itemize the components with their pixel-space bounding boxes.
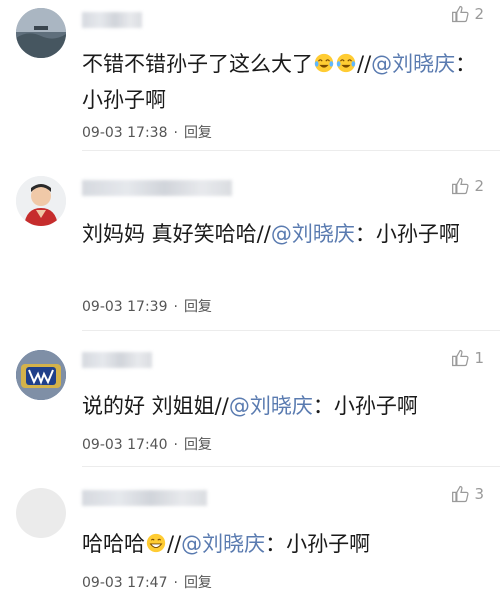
divider bbox=[82, 150, 500, 151]
avatar-image bbox=[16, 176, 66, 226]
mention-link[interactable]: @刘晓庆 bbox=[229, 394, 313, 418]
separator-dot: · bbox=[173, 299, 178, 315]
like-button[interactable]: 2 bbox=[451, 4, 484, 24]
like-button[interactable]: 3 bbox=[451, 484, 484, 504]
timestamp: 09-03 17:47 bbox=[82, 575, 168, 591]
mention-link[interactable]: @刘晓庆 bbox=[271, 222, 355, 246]
thumbs-up-icon bbox=[452, 485, 470, 503]
thumbs-up-icon bbox=[452, 177, 470, 195]
avatar-image bbox=[16, 8, 66, 58]
comment-text: 哈哈哈//@刘晓庆：小孙子啊 bbox=[82, 532, 371, 556]
avatar[interactable] bbox=[16, 8, 66, 58]
comment-text: 说的好 刘姐姐//@刘晓庆：小孙子啊 bbox=[82, 394, 418, 418]
avatar-image bbox=[16, 350, 66, 400]
mention-link[interactable]: @刘晓庆 bbox=[181, 532, 265, 556]
like-button[interactable]: 2 bbox=[451, 176, 484, 196]
comment-item: 2 刘妈妈 真好笑哈哈//@刘晓庆：小孙子啊 09-03 17:39 · 回复 bbox=[0, 160, 500, 331]
reply-button[interactable]: 回复 bbox=[184, 437, 212, 453]
comment-text: 不错不错孙子了这么大了//@刘晓庆：小孙子啊 bbox=[82, 52, 477, 112]
comment-meta: 09-03 17:47 · 回复 bbox=[82, 572, 212, 592]
thumbs-up-icon bbox=[452, 5, 470, 23]
like-count: 2 bbox=[474, 5, 484, 23]
separator-dot: · bbox=[173, 437, 178, 453]
divider bbox=[82, 466, 500, 467]
laughing-crying-face-icon bbox=[314, 53, 334, 73]
timestamp: 09-03 17:39 bbox=[82, 299, 168, 315]
username-blurred[interactable] bbox=[82, 180, 232, 196]
reply-button[interactable]: 回复 bbox=[184, 575, 212, 591]
comment-meta: 09-03 17:38 · 回复 bbox=[82, 122, 212, 142]
grinning-face-icon bbox=[146, 533, 166, 553]
avatar[interactable] bbox=[16, 488, 66, 538]
laughing-crying-face-icon bbox=[336, 53, 356, 73]
avatar[interactable] bbox=[16, 176, 66, 226]
comment-item: 2 不错不错孙子了这么大了//@刘晓庆：小孙子啊 09-03 17:38 · 回复 bbox=[0, 0, 500, 151]
username-blurred[interactable] bbox=[82, 490, 207, 506]
comment-meta: 09-03 17:40 · 回复 bbox=[82, 434, 212, 454]
like-count: 2 bbox=[474, 177, 484, 195]
comment-item: 3 哈哈哈//@刘晓庆：小孙子啊 09-03 17:47 · 回复 bbox=[0, 470, 500, 609]
like-count: 1 bbox=[474, 349, 484, 367]
mention-link[interactable]: @刘晓庆 bbox=[371, 52, 455, 76]
reply-button[interactable]: 回复 bbox=[184, 299, 212, 315]
separator-dot: · bbox=[173, 125, 178, 141]
comment-item: 1 说的好 刘姐姐//@刘晓庆：小孙子啊 09-03 17:40 · 回复 bbox=[0, 330, 500, 467]
comment-text: 刘妈妈 真好笑哈哈//@刘晓庆：小孙子啊 bbox=[82, 222, 460, 246]
thumbs-up-icon bbox=[452, 349, 470, 367]
separator-dot: · bbox=[173, 575, 178, 591]
comment-meta: 09-03 17:39 · 回复 bbox=[82, 296, 212, 316]
timestamp: 09-03 17:38 bbox=[82, 125, 168, 141]
timestamp: 09-03 17:40 bbox=[82, 437, 168, 453]
avatar[interactable] bbox=[16, 350, 66, 400]
username-blurred[interactable] bbox=[82, 12, 142, 28]
like-count: 3 bbox=[474, 485, 484, 503]
reply-button[interactable]: 回复 bbox=[184, 125, 212, 141]
like-button[interactable]: 1 bbox=[451, 348, 484, 368]
username-blurred[interactable] bbox=[82, 352, 152, 368]
